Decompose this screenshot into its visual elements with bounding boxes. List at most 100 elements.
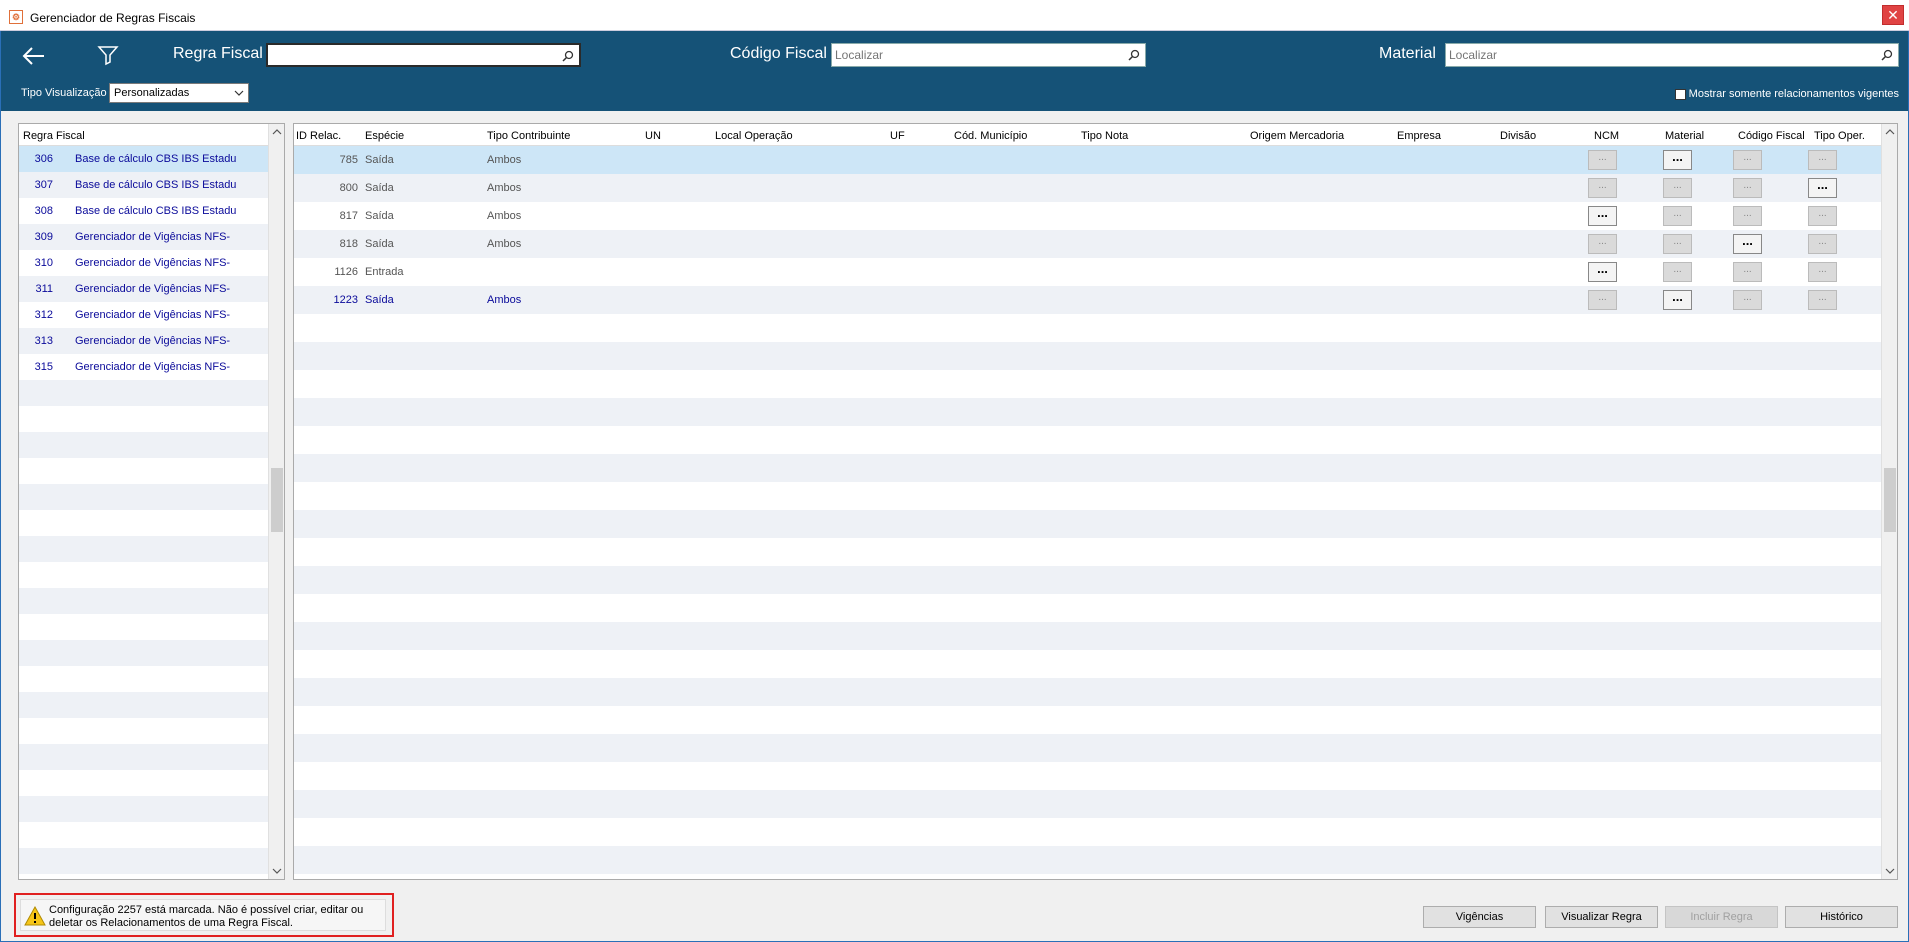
column-header[interactable]: NCM bbox=[1594, 130, 1619, 142]
column-header[interactable]: Tipo Nota bbox=[1081, 130, 1128, 142]
mostrar-vigentes-toggle[interactable]: Mostrar somente relacionamentos vigentes bbox=[1674, 88, 1899, 100]
column-header[interactable]: Empresa bbox=[1397, 130, 1441, 142]
material-ellipsis-button[interactable]: ... bbox=[1663, 262, 1692, 282]
empty-row bbox=[19, 536, 269, 562]
material-input[interactable] bbox=[1446, 44, 1876, 66]
tipo-oper-ellipsis-button[interactable]: ... bbox=[1808, 178, 1837, 198]
regra-fiscal-row[interactable]: 313 Gerenciador de Vigências NFS- bbox=[19, 328, 269, 354]
regra-fiscal-name: Base de cálculo CBS IBS Estadu bbox=[75, 153, 237, 165]
codigo-fiscal-ellipsis-button[interactable]: ... bbox=[1733, 290, 1762, 310]
material-ellipsis-button[interactable]: ... bbox=[1663, 234, 1692, 254]
search-icon[interactable] bbox=[1128, 49, 1140, 61]
tipo-visualizacao-label: Tipo Visualização bbox=[21, 87, 107, 99]
ncm-ellipsis-button[interactable]: ... bbox=[1588, 206, 1617, 226]
right-scrollbar[interactable] bbox=[1881, 124, 1897, 879]
regra-fiscal-name: Gerenciador de Vigências NFS- bbox=[75, 361, 231, 373]
close-button[interactable]: ✕ bbox=[1882, 5, 1904, 25]
warning-message-text: Configuração 2257 está marcada. Não é po… bbox=[49, 904, 364, 929]
tipo-oper-ellipsis-button[interactable]: ... bbox=[1808, 262, 1837, 282]
id-relac-cell: 818 bbox=[339, 238, 358, 250]
column-header[interactable]: Divisão bbox=[1500, 130, 1536, 142]
search-icon[interactable] bbox=[562, 50, 574, 62]
ncm-ellipsis-button[interactable]: ... bbox=[1588, 262, 1617, 282]
tipo-oper-ellipsis-button[interactable]: ... bbox=[1808, 290, 1837, 310]
codigo-fiscal-ellipsis-button[interactable]: ... bbox=[1733, 262, 1762, 282]
regra-fiscal-row[interactable]: 311 Gerenciador de Vigências NFS- bbox=[19, 276, 269, 302]
regra-fiscal-row[interactable]: 315 Gerenciador de Vigências NFS- bbox=[19, 354, 269, 380]
material-search[interactable] bbox=[1445, 43, 1899, 67]
codigo-fiscal-input[interactable] bbox=[832, 44, 1123, 66]
codigo-fiscal-search[interactable] bbox=[831, 43, 1146, 67]
tipo-oper-ellipsis-button[interactable]: ... bbox=[1808, 150, 1837, 170]
codigo-fiscal-ellipsis-button[interactable]: ... bbox=[1733, 178, 1762, 198]
column-header[interactable]: Código Fiscal bbox=[1738, 130, 1805, 142]
regra-fiscal-search[interactable] bbox=[266, 43, 581, 67]
regra-fiscal-id: 313 bbox=[34, 335, 53, 347]
table-row[interactable]: 785 Saída Ambos............ bbox=[294, 146, 1882, 174]
regra-fiscal-row[interactable]: 312 Gerenciador de Vigências NFS- bbox=[19, 302, 269, 328]
ncm-ellipsis-button[interactable]: ... bbox=[1588, 290, 1617, 310]
regra-fiscal-row[interactable]: 310 Gerenciador de Vigências NFS- bbox=[19, 250, 269, 276]
codigo-fiscal-ellipsis-button[interactable]: ... bbox=[1733, 234, 1762, 254]
column-header[interactable]: Cód. Município bbox=[954, 130, 1027, 142]
column-header[interactable]: UF bbox=[890, 130, 905, 142]
incluir-regra-button[interactable]: Incluir Regra bbox=[1665, 906, 1778, 928]
regra-fiscal-row[interactable]: 308 Base de cálculo CBS IBS Estadu bbox=[19, 198, 269, 224]
column-header[interactable]: Local Operação bbox=[715, 130, 793, 142]
tipo-oper-ellipsis-button[interactable]: ... bbox=[1808, 234, 1837, 254]
material-ellipsis-button[interactable]: ... bbox=[1663, 290, 1692, 310]
column-header[interactable]: Tipo Oper. bbox=[1814, 130, 1865, 142]
table-row[interactable]: 800 Saída Ambos............ bbox=[294, 174, 1882, 202]
chevron-down-icon[interactable] bbox=[1885, 866, 1895, 876]
regra-fiscal-row[interactable]: 309 Gerenciador de Vigências NFS- bbox=[19, 224, 269, 250]
vigencias-button[interactable]: Vigências bbox=[1423, 906, 1536, 928]
material-ellipsis-button[interactable]: ... bbox=[1663, 206, 1692, 226]
ncm-ellipsis-button[interactable]: ... bbox=[1588, 150, 1617, 170]
column-header[interactable]: ID Relac. bbox=[296, 130, 341, 142]
table-row[interactable]: 1126 Entrada............ bbox=[294, 258, 1882, 286]
empty-row bbox=[19, 640, 269, 666]
regra-fiscal-row[interactable]: 306 Base de cálculo CBS IBS Estadu bbox=[19, 146, 269, 172]
column-header[interactable]: Espécie bbox=[365, 130, 404, 142]
table-row[interactable]: 1223 Saída Ambos............ bbox=[294, 286, 1882, 314]
material-ellipsis-button[interactable]: ... bbox=[1663, 150, 1692, 170]
empty-row bbox=[294, 370, 1882, 398]
back-arrow-icon[interactable] bbox=[20, 43, 46, 69]
codigo-fiscal-ellipsis-button[interactable]: ... bbox=[1733, 150, 1762, 170]
chevron-up-icon[interactable] bbox=[1885, 127, 1895, 137]
regra-fiscal-input[interactable] bbox=[268, 45, 557, 67]
historico-button[interactable]: Histórico bbox=[1785, 906, 1898, 928]
table-row[interactable]: 818 Saída Ambos............ bbox=[294, 230, 1882, 258]
title-bar: ⚙ Gerenciador de Regras Fiscais ✕ bbox=[0, 0, 1909, 31]
left-scrollbar-thumb[interactable] bbox=[271, 468, 283, 532]
empty-row bbox=[19, 848, 269, 874]
tipo-visualizacao-select[interactable]: Personalizadas bbox=[109, 83, 249, 103]
tipo-oper-ellipsis-button[interactable]: ... bbox=[1808, 206, 1837, 226]
filter-icon[interactable] bbox=[96, 43, 120, 67]
regra-fiscal-row[interactable]: 307 Base de cálculo CBS IBS Estadu bbox=[19, 172, 269, 198]
left-scrollbar[interactable] bbox=[268, 124, 284, 879]
material-ellipsis-button[interactable]: ... bbox=[1663, 178, 1692, 198]
ncm-ellipsis-button[interactable]: ... bbox=[1588, 178, 1617, 198]
tipo-contribuinte-cell: Ambos bbox=[487, 154, 522, 166]
empty-row bbox=[294, 482, 1882, 510]
column-header[interactable]: UN bbox=[645, 130, 661, 142]
chevron-up-icon[interactable] bbox=[272, 127, 282, 137]
mostrar-vigentes-checkbox[interactable] bbox=[1674, 88, 1686, 100]
column-header[interactable]: Tipo Contribuinte bbox=[487, 130, 570, 142]
empty-row bbox=[294, 734, 1882, 762]
column-header[interactable]: Origem Mercadoria bbox=[1250, 130, 1344, 142]
empty-row bbox=[294, 790, 1882, 818]
right-scrollbar-thumb[interactable] bbox=[1884, 468, 1896, 532]
codigo-fiscal-ellipsis-button[interactable]: ... bbox=[1733, 206, 1762, 226]
column-header[interactable]: Material bbox=[1665, 130, 1704, 142]
empty-row bbox=[19, 510, 269, 536]
search-icon[interactable] bbox=[1881, 49, 1893, 61]
visualizar-regra-button[interactable]: Visualizar Regra bbox=[1545, 906, 1658, 928]
tipo-contribuinte-cell: Ambos bbox=[487, 294, 522, 306]
regra-fiscal-id: 306 bbox=[34, 153, 53, 165]
chevron-down-icon[interactable] bbox=[272, 866, 282, 876]
especie-cell: Saída bbox=[365, 182, 394, 194]
table-row[interactable]: 817 Saída Ambos............ bbox=[294, 202, 1882, 230]
ncm-ellipsis-button[interactable]: ... bbox=[1588, 234, 1617, 254]
